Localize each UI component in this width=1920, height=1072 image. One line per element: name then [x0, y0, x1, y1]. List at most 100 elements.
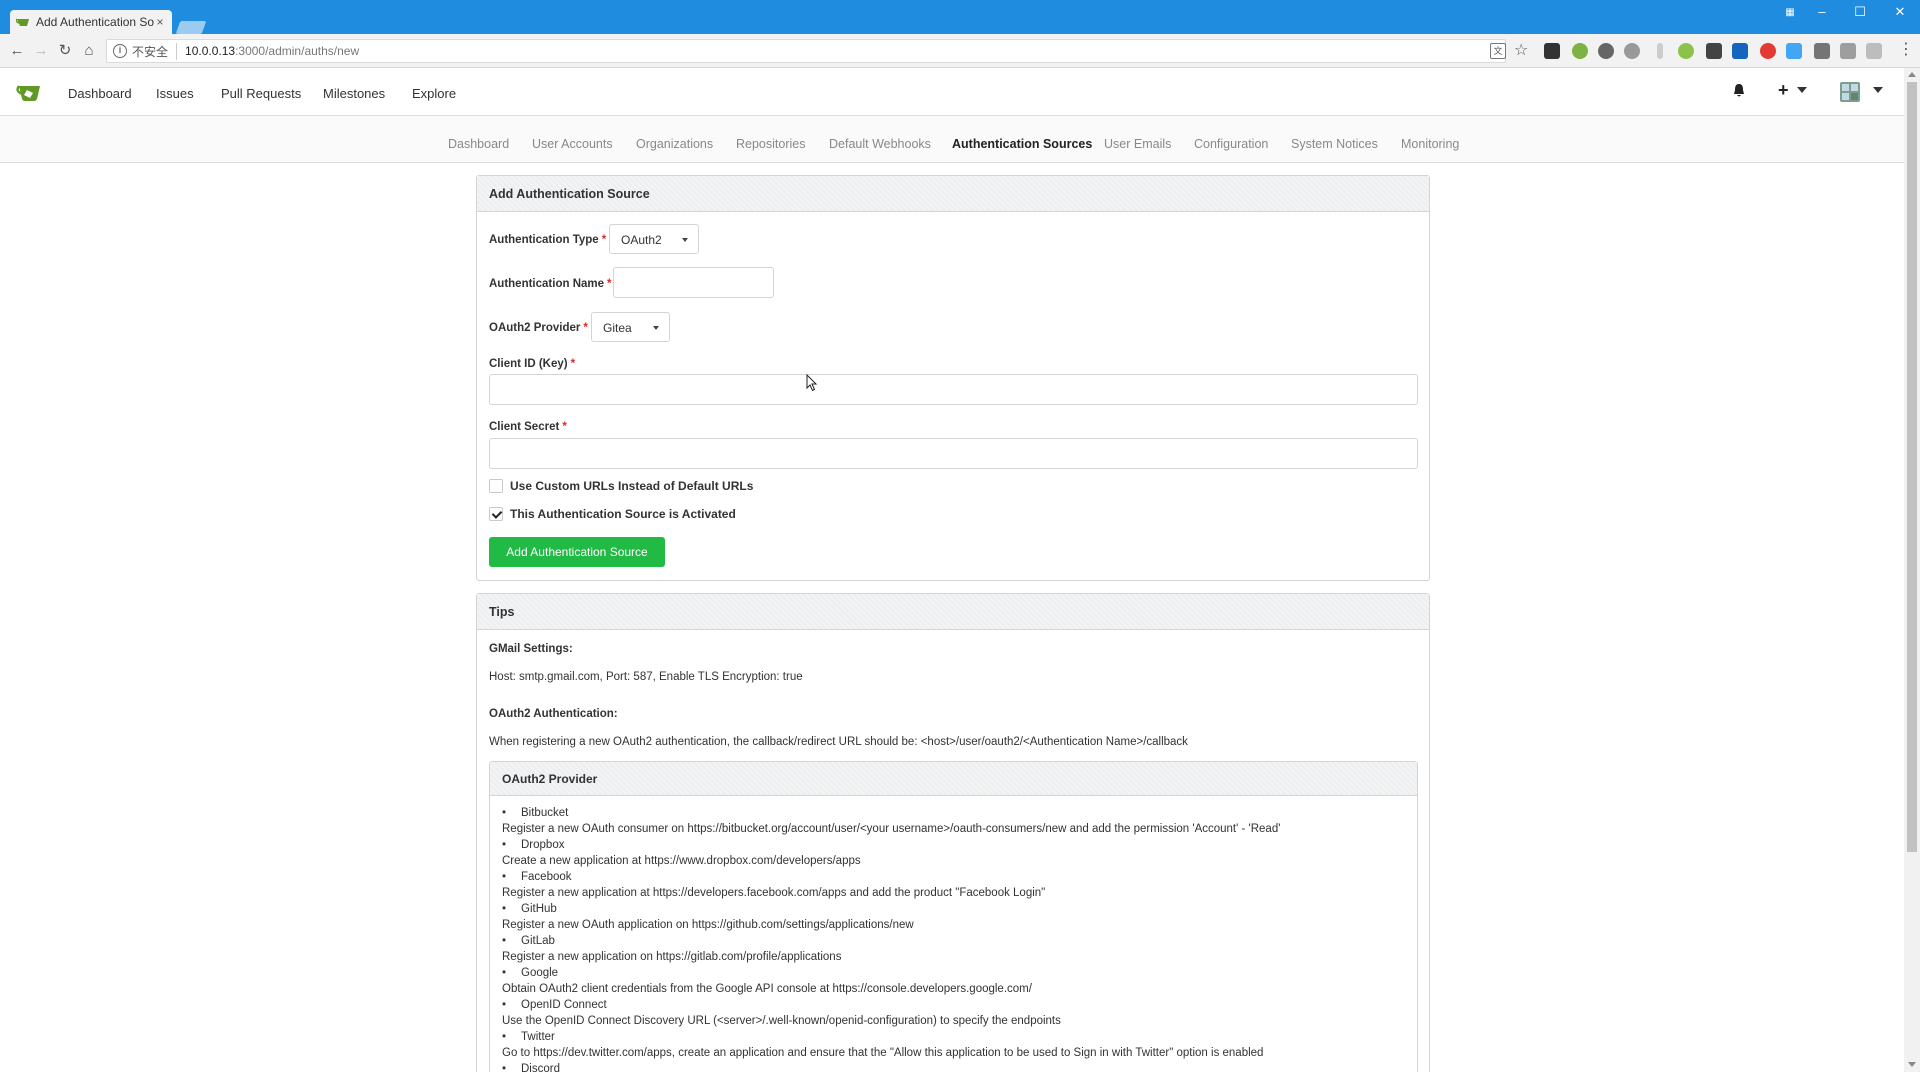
- provider-select[interactable]: Gitea: [591, 312, 670, 342]
- nav-issues[interactable]: Issues: [156, 86, 194, 101]
- add-auth-source-button[interactable]: Add Authentication Source: [489, 537, 665, 567]
- close-window-icon[interactable]: ✕: [1888, 4, 1912, 20]
- provider-name: Dropbox: [502, 839, 565, 851]
- auth-type-value: OAuth2: [621, 233, 662, 247]
- extension-icon[interactable]: [1706, 43, 1722, 59]
- oauth2-text: When registering a new OAuth2 authentica…: [489, 736, 1188, 748]
- gmail-title: GMail Settings:: [489, 643, 573, 655]
- provider-desc: Register a new OAuth application on http…: [502, 919, 914, 931]
- minimize-icon[interactable]: –: [1810, 4, 1834, 19]
- tips-header: Tips: [477, 594, 1429, 630]
- tab-monitoring[interactable]: Monitoring: [1401, 137, 1459, 151]
- extension-icon[interactable]: [1678, 43, 1694, 59]
- home-icon[interactable]: ⌂: [80, 42, 98, 60]
- extension-icon[interactable]: [1866, 43, 1882, 59]
- star-icon[interactable]: ☆: [1514, 40, 1528, 60]
- tab-close-icon[interactable]: ×: [154, 15, 166, 29]
- custom-urls-label: Use Custom URLs Instead of Default URLs: [510, 479, 754, 493]
- scroll-down-icon[interactable]: [1908, 1062, 1916, 1067]
- reload-icon[interactable]: ↻: [56, 42, 74, 60]
- profile-icon[interactable]: ▦: [1778, 7, 1802, 18]
- tab-configuration[interactable]: Configuration: [1194, 137, 1268, 151]
- extension-icon[interactable]: [1657, 43, 1663, 59]
- extension-icon[interactable]: [1786, 43, 1802, 59]
- provider-name: Bitbucket: [502, 807, 568, 819]
- extension-icon[interactable]: [1760, 43, 1776, 59]
- gitea-logo-icon[interactable]: [16, 82, 42, 102]
- extension-icon[interactable]: [1732, 43, 1748, 59]
- provider-name: Discord: [502, 1063, 560, 1072]
- admin-menu: Dashboard User Accounts Organizations Re…: [0, 116, 1904, 169]
- provider-desc: Go to https://dev.twitter.com/apps, crea…: [502, 1047, 1264, 1059]
- url-text: 10.0.0.13:3000/admin/auths/new: [185, 44, 359, 58]
- oauth2-title: OAuth2 Authentication:: [489, 708, 618, 720]
- extension-icon[interactable]: [1840, 43, 1856, 59]
- maximize-icon[interactable]: ☐: [1848, 4, 1872, 20]
- tab-dashboard[interactable]: Dashboard: [448, 137, 509, 151]
- auth-name-input[interactable]: [613, 267, 774, 298]
- checkbox[interactable]: [489, 479, 503, 493]
- extension-icon[interactable]: [1598, 43, 1614, 59]
- nav-dashboard[interactable]: Dashboard: [68, 86, 132, 101]
- nav-milestones[interactable]: Milestones: [323, 86, 385, 101]
- address-bar[interactable]: i 不安全 10.0.0.13:3000/admin/auths/new: [106, 39, 1506, 63]
- activated-label: This Authentication Source is Activated: [510, 507, 736, 521]
- tab-default-webhooks[interactable]: Default Webhooks: [829, 137, 931, 151]
- extension-icon[interactable]: [1814, 43, 1830, 59]
- client-id-label: Client ID (Key) *: [489, 358, 576, 370]
- plus-icon[interactable]: +: [1778, 80, 1789, 101]
- browser-tab[interactable]: Add Authentication So ×: [10, 10, 172, 34]
- url-path: :3000/admin/auths/new: [235, 44, 360, 58]
- top-navbar: Dashboard Issues Pull Requests Milestone…: [0, 68, 1904, 116]
- nav-explore[interactable]: Explore: [412, 86, 456, 101]
- chevron-down-icon: [653, 326, 659, 330]
- tab-authentication-sources[interactable]: Authentication Sources: [937, 137, 1107, 169]
- chevron-down-icon: [682, 238, 688, 242]
- add-auth-source-form: Add Authentication Source Authentication…: [476, 175, 1430, 581]
- avatar[interactable]: [1840, 82, 1860, 102]
- form-header: Add Authentication Source: [477, 176, 1429, 212]
- chevron-down-icon[interactable]: [1797, 87, 1807, 93]
- translate-icon[interactable]: 文: [1490, 43, 1506, 59]
- main-content: Add Authentication Source Authentication…: [0, 163, 1904, 1072]
- tab-repositories[interactable]: Repositories: [736, 137, 805, 151]
- scroll-up-icon[interactable]: [1908, 72, 1916, 77]
- client-id-input[interactable]: [489, 374, 1418, 405]
- client-secret-input[interactable]: [489, 438, 1418, 469]
- provider-desc: Register a new application on https://gi…: [502, 951, 842, 963]
- activated-checkbox[interactable]: This Authentication Source is Activated: [489, 507, 736, 521]
- tab-user-accounts[interactable]: User Accounts: [532, 137, 613, 151]
- back-icon[interactable]: ←: [8, 42, 26, 60]
- provider-desc: Use the OpenID Connect Discovery URL (<s…: [502, 1015, 1061, 1027]
- cursor-icon: [806, 374, 818, 392]
- scrollbar-thumb[interactable]: [1907, 82, 1917, 852]
- gmail-text: Host: smtp.gmail.com, Port: 587, Enable …: [489, 671, 803, 683]
- chevron-down-icon[interactable]: [1873, 87, 1883, 93]
- auth-type-select[interactable]: OAuth2: [609, 224, 699, 254]
- provider-desc: Create a new application at https://www.…: [502, 855, 861, 867]
- bell-icon[interactable]: [1732, 83, 1746, 103]
- tab-title: Add Authentication So: [36, 15, 154, 29]
- provider-desc: Register a new OAuth consumer on https:/…: [502, 823, 1281, 835]
- extension-icon[interactable]: [1572, 43, 1588, 59]
- insecure-label: 不安全: [132, 42, 178, 60]
- menu-icon[interactable]: ⋮: [1898, 42, 1914, 58]
- custom-urls-checkbox[interactable]: Use Custom URLs Instead of Default URLs: [489, 479, 753, 493]
- tab-organizations[interactable]: Organizations: [636, 137, 713, 151]
- new-tab-button[interactable]: [175, 21, 207, 34]
- extension-icon[interactable]: [1544, 43, 1560, 59]
- provider-value: Gitea: [603, 321, 632, 335]
- checkbox-checked[interactable]: [489, 507, 503, 521]
- provider-name: GitHub: [502, 903, 557, 915]
- nav-pull-requests[interactable]: Pull Requests: [221, 86, 301, 101]
- extension-icon[interactable]: [1624, 43, 1640, 59]
- provider-label: OAuth2 Provider *: [489, 322, 588, 334]
- provider-name: Facebook: [502, 871, 571, 883]
- provider-name: Twitter: [502, 1031, 555, 1043]
- forward-icon[interactable]: →: [32, 42, 50, 60]
- auth-name-label: Authentication Name *: [489, 278, 612, 290]
- tab-system-notices[interactable]: System Notices: [1291, 137, 1378, 151]
- tab-user-emails[interactable]: User Emails: [1104, 137, 1171, 151]
- info-icon[interactable]: i: [113, 44, 127, 58]
- browser-window: Add Authentication So × ▦ – ☐ ✕ ← → ↻ ⌂ …: [0, 0, 1920, 1072]
